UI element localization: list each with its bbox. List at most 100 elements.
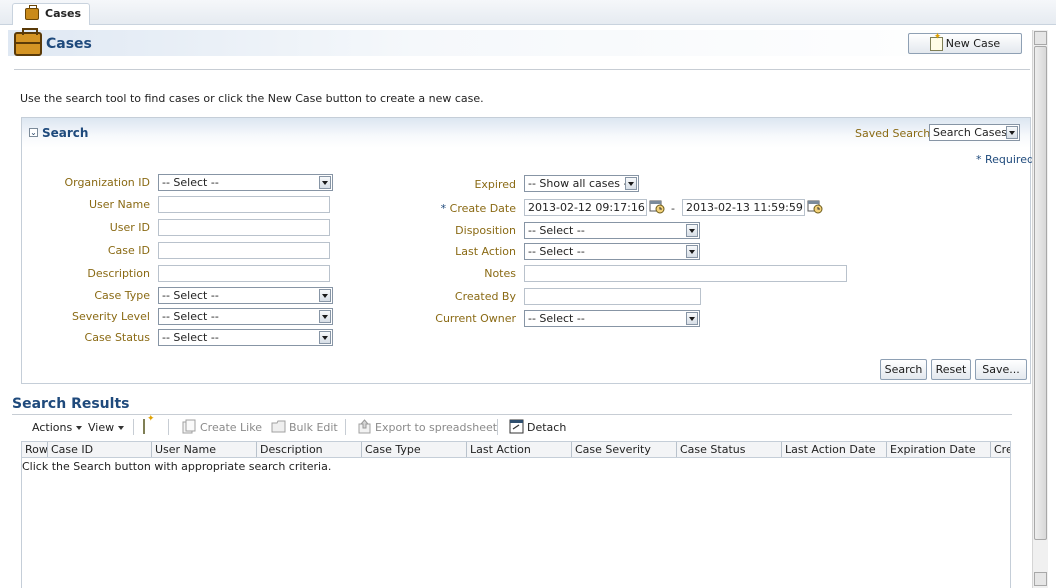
column-header-created[interactable]: Cre — [991, 442, 1010, 457]
column-header-case-id[interactable]: Case ID — [48, 442, 152, 457]
actions-menu[interactable]: Actions — [32, 421, 83, 434]
divider — [12, 414, 1012, 415]
column-header-last-action-date[interactable]: Last Action Date — [782, 442, 887, 457]
org-id-value: -- Select -- — [162, 176, 219, 189]
saved-search-select[interactable]: Search Cases — [929, 124, 1020, 141]
required-note-text: Required — [985, 153, 1034, 166]
create-date-label-text: Create Date — [449, 202, 516, 215]
calendar-clock-icon[interactable] — [649, 199, 665, 214]
column-header-case-status[interactable]: Case Status — [677, 442, 782, 457]
chevron-down-icon — [319, 176, 331, 189]
user-id-input[interactable] — [158, 219, 330, 236]
notes-label: Notes — [484, 267, 516, 280]
toolbar-separator — [133, 419, 134, 435]
create-date-label: * Create Date — [440, 202, 516, 215]
case-type-value: -- Select -- — [162, 289, 219, 302]
severity-level-value: -- Select -- — [162, 310, 219, 323]
current-owner-select[interactable]: -- Select -- — [524, 310, 700, 327]
case-type-label: Case Type — [94, 289, 150, 302]
scroll-down-button[interactable] — [1034, 572, 1047, 586]
chevron-down-icon — [686, 312, 698, 325]
last-action-value: -- Select -- — [528, 245, 585, 258]
expired-label: Expired — [474, 178, 516, 191]
chevron-down-icon — [625, 177, 637, 190]
date-range-separator: - — [671, 202, 675, 215]
user-name-input[interactable] — [158, 196, 330, 213]
tab-bar — [0, 0, 1056, 25]
new-case-button[interactable]: New Case — [908, 32, 1022, 54]
toolbar-separator — [345, 419, 346, 435]
case-id-input[interactable] — [158, 242, 330, 259]
column-header-case-type[interactable]: Case Type — [362, 442, 467, 457]
disposition-label: Disposition — [455, 224, 516, 237]
create-like-button[interactable]: Create Like — [200, 421, 262, 434]
search-button[interactable]: Search — [880, 359, 927, 380]
view-menu[interactable]: View — [88, 421, 125, 434]
created-by-input[interactable] — [524, 288, 701, 305]
column-header-expiration-date[interactable]: Expiration Date — [887, 442, 991, 457]
chevron-down-icon — [319, 331, 331, 344]
scrollbar-thumb[interactable] — [1034, 46, 1047, 540]
briefcase-icon — [14, 28, 42, 56]
new-document-icon[interactable] — [143, 419, 145, 434]
save-search-button[interactable]: Save... — [975, 359, 1027, 380]
actions-menu-label: Actions — [32, 421, 73, 434]
detach-icon — [509, 419, 524, 434]
reset-button[interactable]: Reset — [931, 359, 971, 380]
column-header-user-name[interactable]: User Name — [152, 442, 257, 457]
chevron-down-icon — [118, 426, 125, 430]
create-date-to-input[interactable]: 2013-02-13 11:59:59 PM — [682, 199, 805, 216]
column-header-case-severity[interactable]: Case Severity — [572, 442, 677, 457]
case-id-label: Case ID — [107, 244, 150, 257]
calendar-clock-icon[interactable] — [807, 199, 823, 214]
chevron-down-icon — [76, 426, 83, 430]
collapse-icon[interactable]: ⌄ — [29, 128, 38, 137]
created-by-label: Created By — [454, 290, 516, 303]
new-document-icon — [929, 32, 943, 51]
scroll-up-button[interactable] — [1034, 31, 1047, 45]
description-label: Description — [87, 267, 150, 280]
disposition-select[interactable]: -- Select -- — [524, 222, 700, 239]
org-id-label: Organization ID — [64, 176, 150, 189]
export-spreadsheet-button[interactable]: Export to spreadsheet — [375, 421, 497, 434]
notes-input[interactable] — [524, 265, 847, 282]
page-title: Cases — [46, 36, 92, 52]
create-date-from-input[interactable]: 2013-02-12 09:17:16 PM — [524, 199, 647, 216]
last-action-label: Last Action — [455, 245, 516, 258]
column-header-row[interactable]: Row — [22, 442, 48, 457]
intro-text: Use the search tool to find cases or cli… — [20, 92, 484, 105]
case-status-select[interactable]: -- Select -- — [158, 329, 333, 346]
case-type-select[interactable]: -- Select -- — [158, 287, 333, 304]
results-table-header: Row Case ID User Name Description Case T… — [22, 442, 1010, 458]
user-id-label: User ID — [109, 221, 150, 234]
description-input[interactable] — [158, 265, 330, 282]
chevron-down-icon — [686, 245, 698, 258]
toolbar-separator — [168, 419, 169, 435]
tab-cases-label: Cases — [45, 7, 82, 20]
toolbar-separator — [497, 419, 498, 435]
search-results-title: Search Results — [12, 396, 130, 412]
view-menu-label: View — [88, 421, 115, 434]
current-owner-label: Current Owner — [435, 312, 516, 325]
saved-search-label: Saved Search — [855, 127, 931, 140]
detach-button[interactable]: Detach — [527, 421, 566, 434]
org-id-select[interactable]: -- Select -- — [158, 174, 333, 191]
column-header-last-action[interactable]: Last Action — [467, 442, 572, 457]
current-owner-value: -- Select -- — [528, 312, 585, 325]
search-title: Search — [42, 126, 89, 140]
last-action-select[interactable]: -- Select -- — [524, 243, 700, 260]
chevron-down-icon — [1006, 126, 1018, 139]
severity-level-label: Severity Level — [72, 310, 150, 323]
export-icon — [358, 419, 371, 434]
case-status-label: Case Status — [84, 331, 150, 344]
expired-value: -- Show all cases -- — [528, 177, 632, 190]
user-name-label: User Name — [88, 198, 150, 211]
bulk-edit-button[interactable]: Bulk Edit — [289, 421, 338, 434]
required-note: * Required — [976, 153, 1034, 166]
new-case-label: New Case — [945, 37, 1001, 50]
expired-select[interactable]: -- Show all cases -- — [524, 175, 639, 192]
chevron-down-icon — [319, 310, 331, 323]
severity-level-select[interactable]: -- Select -- — [158, 308, 333, 325]
case-status-value: -- Select -- — [162, 331, 219, 344]
column-header-description[interactable]: Description — [257, 442, 362, 457]
